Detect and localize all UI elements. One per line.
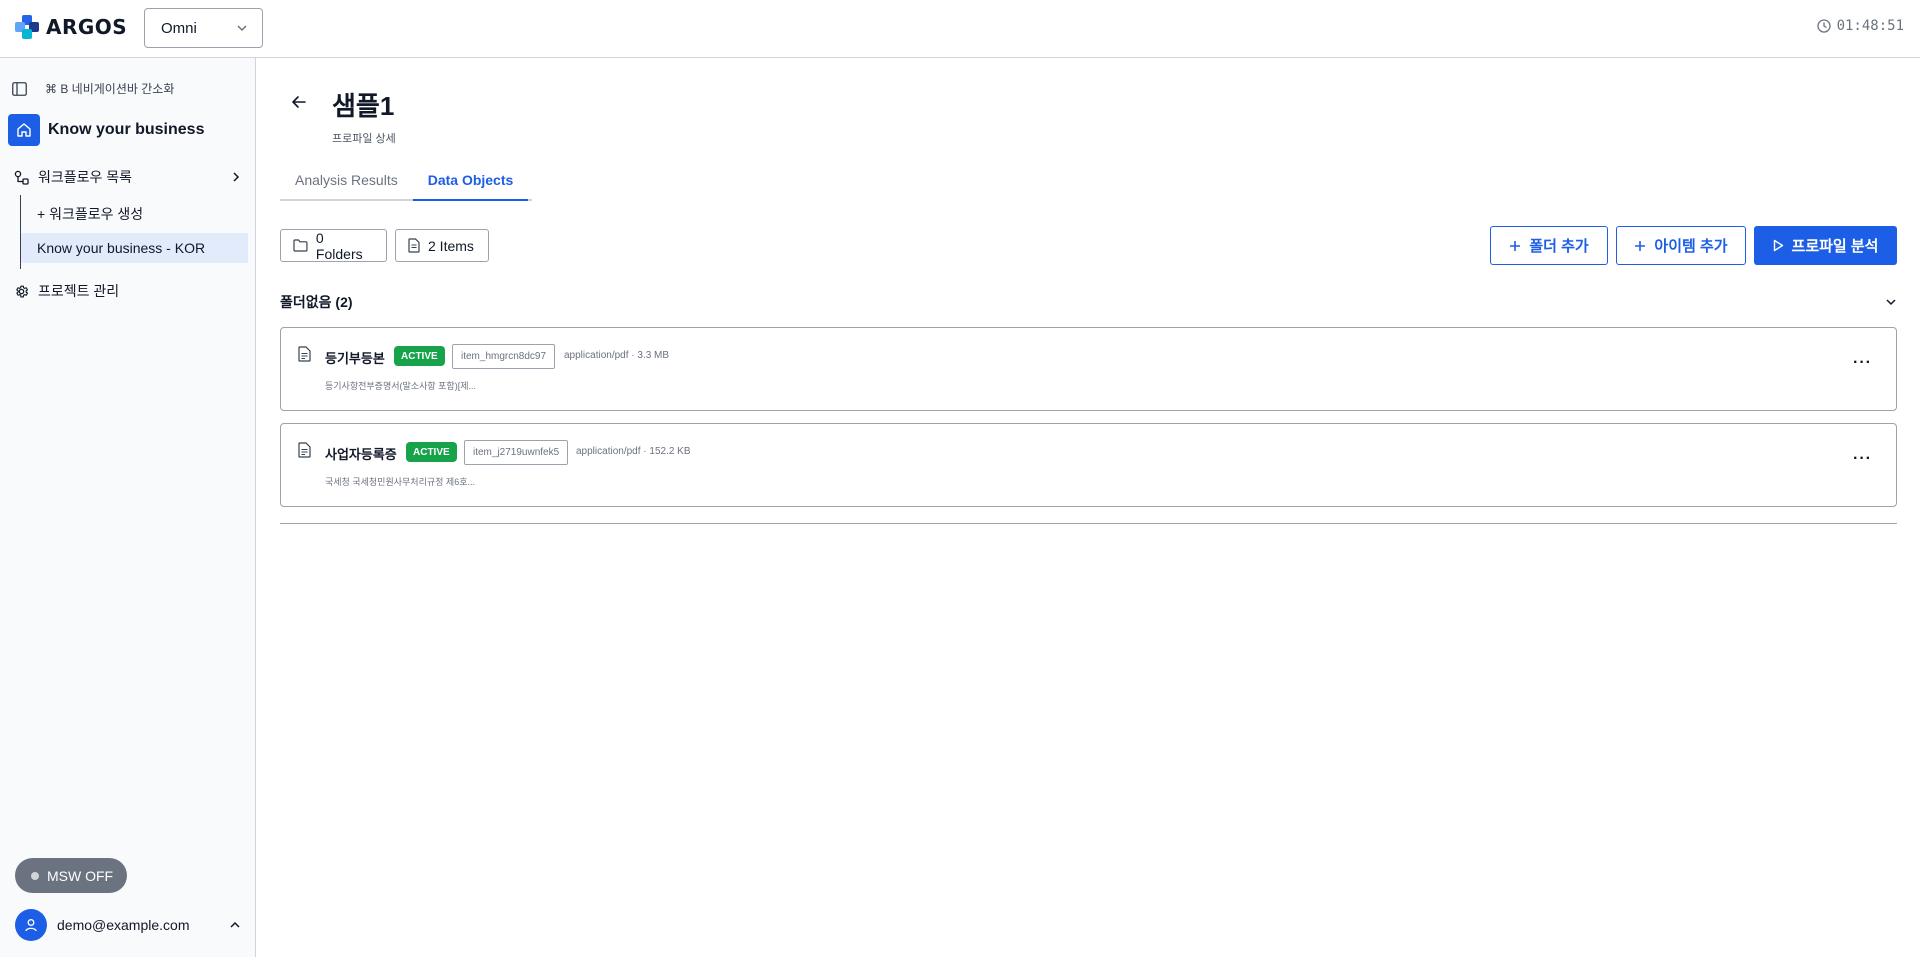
top-bar: ARGOS Omni 01:48:51 bbox=[0, 0, 1920, 58]
sidebar-item-workflows[interactable]: 워크플로우 목록 bbox=[14, 165, 242, 189]
play-icon bbox=[1773, 239, 1783, 252]
main-content: 샘플1 프로파일 상세 Analysis Results Data Object… bbox=[257, 58, 1920, 957]
data-object-description: 등기사항전부증명서(말소사항 포함)[제... bbox=[325, 381, 476, 391]
sidebar-item-kyb-kor[interactable]: Know your business - KOR bbox=[21, 233, 248, 263]
chevron-right-icon[interactable] bbox=[230, 171, 242, 183]
plus-icon bbox=[1510, 240, 1521, 251]
sidebar-nav: 워크플로우 목록 + 워크플로우 생성 Know your business -… bbox=[14, 165, 248, 303]
folders-count[interactable]: 0 Folders bbox=[280, 229, 387, 262]
data-object-description: 국세청 국세청민원사무처리규정 제6호... bbox=[325, 477, 475, 487]
item-id-chip[interactable]: item_hmgrcn8dc97 bbox=[452, 344, 556, 369]
sidebar-home[interactable]: Know your business bbox=[8, 114, 204, 146]
workflow-sublist: + 워크플로우 생성 Know your business - KOR bbox=[20, 195, 248, 269]
file-text-icon bbox=[298, 442, 311, 458]
msw-toggle[interactable]: MSW OFF bbox=[15, 858, 127, 893]
sidebar-toggle-row: ⌘ B 네비게이션바 간소화 bbox=[12, 80, 174, 97]
folder-icon bbox=[293, 239, 308, 252]
tab-data-objects[interactable]: Data Objects bbox=[412, 170, 529, 201]
msw-status-dot bbox=[31, 871, 39, 880]
clock-icon bbox=[1816, 19, 1831, 33]
list-divider bbox=[280, 523, 1897, 524]
sidebar-item-project-settings-label: 프로젝트 관리 bbox=[38, 283, 120, 299]
item-id-chip[interactable]: item_j2719uwnfek5 bbox=[464, 440, 569, 465]
clock-time: 01:48:51 bbox=[1836, 18, 1904, 34]
analyze-profile-label: 프로파일 분석 bbox=[1791, 238, 1879, 255]
workflow-icon bbox=[14, 170, 29, 185]
home-icon bbox=[17, 123, 31, 137]
user-icon bbox=[25, 919, 37, 932]
data-object-card[interactable]: 등기부등본 ACTIVE item_hmgrcn8dc97 applicatio… bbox=[280, 327, 1897, 411]
gear-icon bbox=[16, 285, 29, 297]
page-subtitle: 프로파일 상세 bbox=[332, 133, 396, 145]
tab-bar: Analysis Results Data Objects bbox=[280, 170, 532, 201]
data-object-card[interactable]: 사업자등록증 ACTIVE item_j2719uwnfek5 applicat… bbox=[280, 423, 1897, 507]
argos-logo-icon bbox=[15, 15, 39, 39]
folders-count-label: 0 Folders bbox=[315, 229, 363, 262]
sidebar-toggle-icon[interactable] bbox=[12, 81, 27, 96]
add-folder-button[interactable]: 폴더 추가 bbox=[1490, 226, 1608, 265]
analyze-profile-button[interactable]: 프로파일 분석 bbox=[1754, 226, 1897, 265]
create-workflow-link[interactable]: + 워크플로우 생성 bbox=[21, 199, 242, 229]
file-icon bbox=[408, 238, 420, 253]
data-object-name: 등기부등본 bbox=[325, 351, 385, 366]
chevron-down-icon bbox=[237, 25, 247, 32]
items-count-label: 2 Items bbox=[428, 237, 474, 254]
data-object-meta: application/pdf · 3.3 MB bbox=[564, 350, 670, 361]
more-options-icon[interactable]: ··· bbox=[1853, 450, 1872, 468]
shortcut-hint: ⌘ B 네비게이션바 간소화 bbox=[45, 82, 175, 96]
plus-icon bbox=[1635, 240, 1646, 251]
chevron-up-icon[interactable] bbox=[229, 919, 241, 931]
session-clock: 01:48:51 bbox=[1816, 18, 1904, 34]
items-count[interactable]: 2 Items bbox=[395, 229, 489, 262]
status-badge: ACTIVE bbox=[394, 346, 445, 366]
sidebar-item-workflows-label: 워크플로우 목록 bbox=[38, 169, 133, 185]
add-item-button[interactable]: 아이템 추가 bbox=[1616, 226, 1746, 265]
folder-group-header[interactable]: 폴더없음 (2) bbox=[280, 292, 1897, 312]
folder-group-title: 폴더없음 (2) bbox=[280, 294, 353, 310]
user-email: demo@example.com bbox=[57, 917, 190, 933]
add-item-label: 아이템 추가 bbox=[1654, 238, 1728, 255]
logo-text: ARGOS bbox=[46, 15, 128, 39]
sidebar-item-project-settings[interactable]: 프로젝트 관리 bbox=[14, 279, 242, 303]
page-title: 샘플1 bbox=[332, 91, 395, 121]
add-folder-label: 폴더 추가 bbox=[1529, 238, 1589, 255]
chevron-down-icon[interactable] bbox=[1885, 296, 1897, 308]
workspace-select-value: Omni bbox=[161, 19, 197, 37]
sidebar-home-label: Know your business bbox=[48, 121, 205, 138]
data-object-name: 사업자등록증 bbox=[325, 447, 397, 462]
file-text-icon bbox=[298, 346, 311, 362]
workspace-select[interactable]: Omni bbox=[144, 8, 263, 48]
user-menu[interactable]: demo@example.com bbox=[15, 909, 241, 941]
tab-analysis-results[interactable]: Analysis Results bbox=[280, 170, 413, 201]
app-logo[interactable]: ARGOS bbox=[14, 14, 127, 40]
sidebar: ⌘ B 네비게이션바 간소화 Know your business 워크플로우 … bbox=[0, 58, 256, 957]
home-badge bbox=[8, 114, 40, 146]
status-badge: ACTIVE bbox=[406, 442, 457, 462]
back-arrow-icon[interactable] bbox=[289, 92, 309, 112]
data-object-meta: application/pdf · 152.2 KB bbox=[576, 446, 691, 457]
avatar bbox=[15, 909, 47, 941]
msw-label: MSW OFF bbox=[47, 867, 114, 884]
more-options-icon[interactable]: ··· bbox=[1853, 354, 1872, 372]
